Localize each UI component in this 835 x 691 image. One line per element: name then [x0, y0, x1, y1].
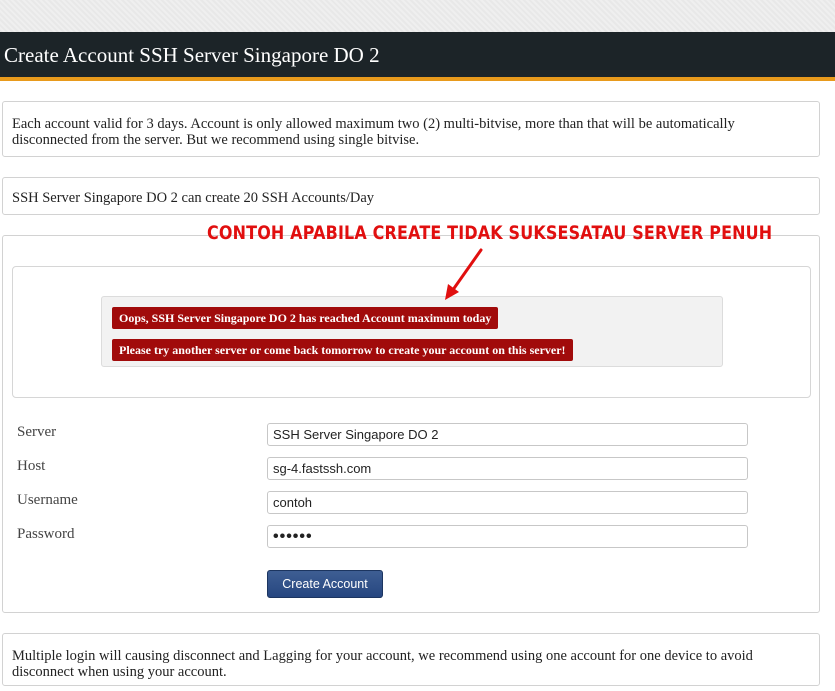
annotation-caption: CONTOH APABILA CREATE TIDAK SUKSESATAU S…	[207, 222, 773, 244]
host-field[interactable]	[267, 457, 748, 480]
server-label: Server	[17, 424, 57, 440]
page-header: Create Account SSH Server Singapore DO 2	[0, 32, 835, 81]
top-background-strip	[0, 0, 835, 32]
daily-limit-text: SSH Server Singapore DO 2 can create 20 …	[12, 190, 375, 206]
account-validity-notice: Each account valid for 3 days. Account i…	[2, 101, 820, 157]
validity-text: Each account valid for 3 days. Account i…	[12, 116, 735, 148]
username-field[interactable]	[267, 491, 748, 514]
create-account-button[interactable]: Create Account	[267, 570, 383, 598]
annotation-arrow-icon	[445, 248, 483, 300]
daily-limit-notice: SSH Server Singapore DO 2 can create 20 …	[2, 177, 820, 215]
warning-text: Multiple login will causing disconnect a…	[12, 648, 753, 680]
username-label: Username	[17, 492, 78, 508]
page-title: Create Account SSH Server Singapore DO 2	[4, 43, 380, 67]
host-label: Host	[17, 458, 46, 474]
alert-server-full: Oops, SSH Server Singapore DO 2 has reac…	[112, 307, 499, 329]
password-label: Password	[17, 526, 75, 542]
server-field[interactable]	[267, 423, 748, 446]
multiple-login-warning: Multiple login will causing disconnect a…	[2, 633, 820, 686]
password-field[interactable]: ••••••	[267, 525, 748, 548]
alert-try-another: Please try another server or come back t…	[112, 339, 573, 361]
